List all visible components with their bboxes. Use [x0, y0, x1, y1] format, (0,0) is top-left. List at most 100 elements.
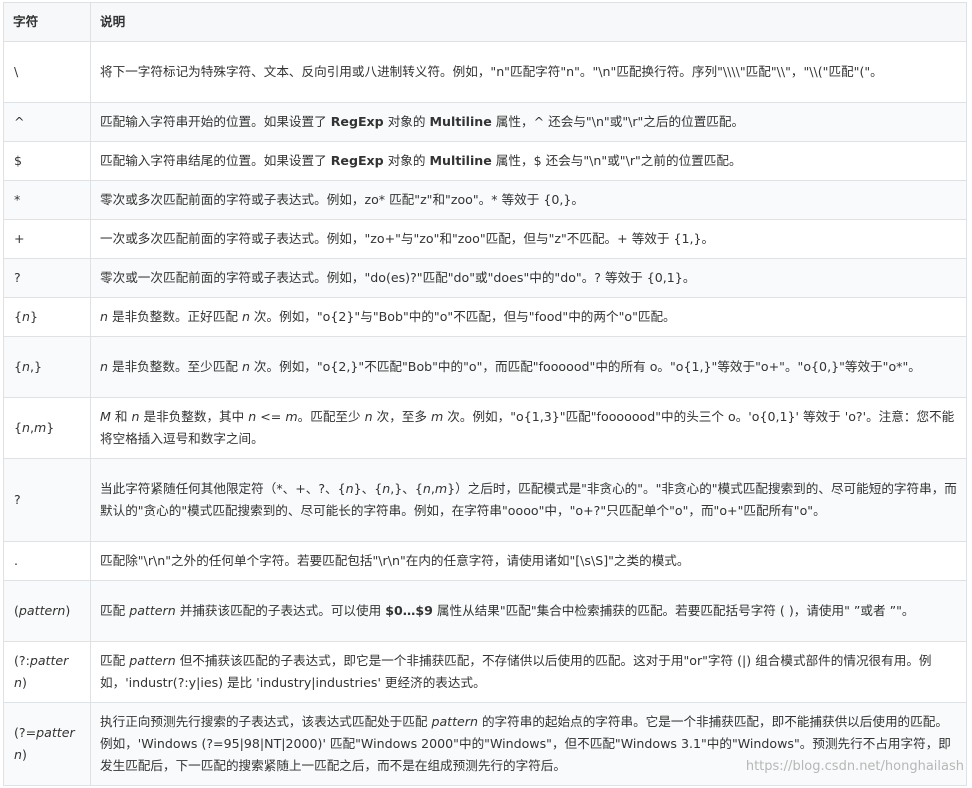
text-segment: +	[14, 231, 25, 246]
text-segment: <=	[256, 409, 286, 424]
text-segment: 并捕获该匹配的子表达式。可以使用	[175, 603, 386, 618]
text-segment: 是非负整数，其中	[139, 409, 249, 424]
regex-reference-table: 字符 说明 \ 将下一字符标记为特殊字符、文本、反向引用或八进制转义符。例如，"n…	[3, 2, 967, 786]
text-segment: \	[14, 64, 19, 79]
symbol-cell: (pattern)	[3, 580, 91, 642]
description-cell: 匹配除"\r\n"之外的任何单个字符。若要匹配包括"\r\n"在内的任意字符，请…	[90, 541, 967, 581]
description-cell: 匹配输入字符串开始的位置。如果设置了 RegExp 对象的 Multiline …	[90, 102, 967, 142]
table-row: {n,m} M 和 n 是非负整数，其中 n <= m。匹配至少 n 次，至多 m…	[3, 397, 967, 459]
description-cell: 将下一字符标记为特殊字符、文本、反向引用或八进制转义符。例如，"n"匹配字符"n…	[90, 41, 967, 103]
text-segment: n	[22, 309, 30, 324]
symbol-cell: +	[3, 219, 91, 259]
description-cell: 匹配 pattern 但不捕获该匹配的子表达式，即它是一个非捕获匹配，不存储供以…	[90, 641, 967, 703]
table-row: \ 将下一字符标记为特殊字符、文本、反向引用或八进制转义符。例如，"n"匹配字符"…	[3, 41, 967, 103]
text-segment: }、{	[353, 481, 383, 496]
text-segment: (?=	[14, 725, 37, 740]
text-segment: {	[14, 309, 23, 324]
text-segment: 。匹配至少	[297, 409, 365, 424]
description-cell: M 和 n 是非负整数，其中 n <= m。匹配至少 n 次，至多 m 次。例如…	[90, 397, 967, 459]
text-segment: 对象的	[383, 114, 430, 129]
table-row: {n} n 是非负整数。正好匹配 n 次。例如，"o{2}"与"Bob"中的"o"…	[3, 297, 967, 337]
symbol-cell: {n,m}	[3, 397, 91, 459]
text-segment: $	[14, 153, 23, 168]
text-segment: $0…$9	[385, 603, 433, 618]
text-segment: ,}、{	[390, 481, 423, 496]
text-segment: m	[434, 481, 448, 496]
text-segment: 零次或多次匹配前面的字符或子表达式。例如，zo* 匹配"z"和"zoo"。* 等…	[100, 192, 584, 207]
text-segment: n	[22, 420, 30, 435]
text-segment: 次，至多	[372, 409, 431, 424]
text-segment: ^	[14, 114, 25, 129]
symbol-cell: $	[3, 141, 91, 181]
description-cell: n 是非负整数。正好匹配 n 次。例如，"o{2}"与"Bob"中的"o"不匹配…	[90, 297, 967, 337]
text-segment: )	[21, 747, 27, 762]
text-segment: *	[14, 192, 21, 207]
symbol-cell: \	[3, 41, 91, 103]
text-segment: 但不捕获该匹配的子表达式，即它是一个非捕获匹配，不存储供以后使用的匹配。这对于用…	[100, 653, 932, 690]
text-segment: 属性，$ 还会与"\n"或"\r"之前的位置匹配。	[491, 153, 742, 168]
text-segment: 当此字符紧随任何其他限定符（*、+、?、{	[100, 481, 346, 496]
header-symbol: 字符	[3, 2, 91, 42]
regex-reference-table-container: 字符 说明 \ 将下一字符标记为特殊字符、文本、反向引用或八进制转义符。例如，"n…	[3, 2, 967, 786]
text-segment: pattern	[431, 714, 478, 729]
text-segment: 次。例如，"o{2,}"不匹配"Bob"中的"o"，而匹配"foooood"中的…	[249, 359, 921, 374]
symbol-cell: ?	[3, 258, 91, 298]
table-row: (pattern) 匹配 pattern 并捕获该匹配的子表达式。可以使用 $0……	[3, 580, 967, 642]
text-segment: pattern	[18, 603, 66, 618]
text-segment: pattern	[129, 653, 176, 668]
table-row: ? 零次或一次匹配前面的字符或子表达式。例如，"do(es)?"匹配"do"或"d…	[3, 258, 967, 298]
text-segment: ?	[14, 492, 21, 507]
text-segment: 匹配输入字符串结尾的位置。如果设置了	[100, 153, 331, 168]
table-row: * 零次或多次匹配前面的字符或子表达式。例如，zo* 匹配"z"和"zoo"。* …	[3, 180, 967, 220]
text-segment: 属性从结果"匹配"集合中检索捕获的匹配。若要匹配括号字符 ( )，请使用" ”或…	[432, 603, 915, 618]
text-segment: n	[422, 481, 431, 496]
table-row: . 匹配除"\r\n"之外的任何单个字符。若要匹配包括"\r\n"在内的任意字符，…	[3, 541, 967, 581]
text-segment: 执行正向预测先行搜索的子表达式，该表达式匹配处于匹配	[100, 714, 432, 729]
watermark-url: https://blog.csdn.net/honghailash	[745, 759, 964, 774]
text-segment: 一次或多次匹配前面的字符或子表达式。例如，"zo+"与"zo"和"zoo"匹配，…	[100, 231, 715, 246]
text-segment: pattern	[129, 603, 176, 618]
text-segment: RegExp	[330, 114, 384, 129]
text-segment: 次。例如，"o{2}"与"Bob"中的"o"不匹配，但与"food"中的两个"o…	[249, 309, 676, 324]
text-segment: 将下一字符标记为特殊字符、文本、反向引用或八进制转义符。例如，"n"匹配字符"n…	[100, 64, 883, 79]
symbol-cell: ^	[3, 102, 91, 142]
text-segment: m	[430, 409, 444, 424]
text-segment: n	[345, 481, 354, 496]
text-segment: )	[65, 603, 71, 618]
text-segment: 匹配	[100, 653, 130, 668]
table-row: + 一次或多次匹配前面的字符或子表达式。例如，"zo+"与"zo"和"zoo"匹配…	[3, 219, 967, 259]
text-segment: 和	[110, 409, 132, 424]
text-segment: n	[100, 359, 108, 374]
text-segment: 匹配除"\r\n"之外的任何单个字符。若要匹配包括"\r\n"在内的任意字符，请…	[100, 553, 690, 568]
symbol-cell: {n}	[3, 297, 91, 337]
symbol-cell: .	[3, 541, 91, 581]
text-segment: {	[14, 420, 23, 435]
table-row: {n,} n 是非负整数。至少匹配 n 次。例如，"o{2,}"不匹配"Bob"中…	[3, 336, 967, 398]
table-row: $ 匹配输入字符串结尾的位置。如果设置了 RegExp 对象的 Multiline…	[3, 141, 967, 181]
text-segment: n	[241, 309, 250, 324]
description-cell: n 是非负整数。至少匹配 n 次。例如，"o{2,}"不匹配"Bob"中的"o"…	[90, 336, 967, 398]
table-row: (?:pattern) 匹配 pattern 但不捕获该匹配的子表达式，即它是一个…	[3, 641, 967, 703]
description-cell: 一次或多次匹配前面的字符或子表达式。例如，"zo+"与"zo"和"zoo"匹配，…	[90, 219, 967, 259]
text-segment: 是非负整数。正好匹配	[107, 309, 242, 324]
text-segment: n	[22, 359, 30, 374]
text-segment: 是非负整数。至少匹配	[107, 359, 242, 374]
header-description: 说明	[90, 2, 967, 42]
text-segment: m	[34, 420, 47, 435]
text-segment: Multiline	[429, 153, 492, 168]
description-cell: 零次或多次匹配前面的字符或子表达式。例如，zo* 匹配"z"和"zoo"。* 等…	[90, 180, 967, 220]
description-cell: 匹配 pattern 并捕获该匹配的子表达式。可以使用 $0…$9 属性从结果"…	[90, 580, 967, 642]
symbol-cell: {n,}	[3, 336, 91, 398]
description-cell: 匹配输入字符串结尾的位置。如果设置了 RegExp 对象的 Multiline …	[90, 141, 967, 181]
text-segment: {	[14, 359, 23, 374]
text-segment: n	[241, 359, 250, 374]
text-segment: 对象的	[383, 153, 430, 168]
text-segment: .	[14, 553, 19, 568]
text-segment: }	[30, 309, 39, 324]
text-segment: ?	[14, 270, 21, 285]
symbol-cell: *	[3, 180, 91, 220]
text-segment: 匹配输入字符串开始的位置。如果设置了	[100, 114, 331, 129]
text-segment: Multiline	[429, 114, 492, 129]
text-segment: m	[285, 409, 298, 424]
text-segment: M	[100, 409, 111, 424]
